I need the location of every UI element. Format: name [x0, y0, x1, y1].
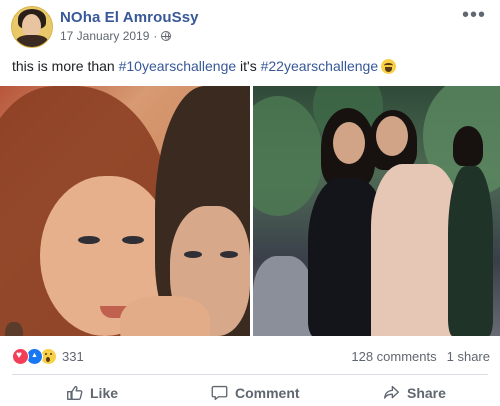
engagement-stats: 128 comments 1 share	[351, 349, 490, 364]
share-label: Share	[407, 384, 446, 401]
author-name[interactable]: NOha El AmrouSsy	[60, 9, 199, 26]
divider	[12, 374, 488, 375]
thumbs-up-icon	[67, 385, 83, 400]
like-button[interactable]: Like	[66, 384, 118, 401]
reactions-summary[interactable]: 331	[12, 348, 84, 365]
photo-right[interactable]	[253, 86, 500, 336]
meta-separator: ·	[153, 29, 158, 43]
comment-icon	[211, 385, 228, 400]
like-label: Like	[90, 384, 119, 401]
comment-label: Comment	[235, 384, 300, 401]
love-icon	[12, 348, 29, 365]
post-meta: 17 January 2019 ·	[60, 29, 172, 43]
comment-button[interactable]: Comment	[211, 384, 300, 401]
photo-left[interactable]	[0, 86, 250, 336]
author-avatar[interactable]	[11, 6, 53, 48]
shares-count[interactable]: 1 share	[447, 349, 490, 364]
hashtag-10yearschallenge[interactable]: #10yearschallenge	[119, 58, 237, 74]
share-button[interactable]: Share	[383, 384, 446, 401]
comments-count[interactable]: 128 comments	[351, 349, 436, 364]
post-text-start: this is more than	[12, 58, 119, 74]
hashtag-22yearschallenge[interactable]: #22yearschallenge	[261, 58, 379, 74]
share-arrow-icon	[384, 385, 399, 399]
more-options-icon[interactable]: •••	[462, 5, 486, 25]
globe-icon	[161, 31, 172, 41]
reaction-count[interactable]: 331	[62, 349, 84, 364]
facebook-post: NOha El AmrouSsy 17 January 2019 · ••• t…	[0, 0, 500, 404]
post-text: this is more than #10yearschallenge it's…	[12, 58, 397, 74]
post-actions: Like Comment Share	[0, 384, 500, 406]
post-text-middle: it's	[236, 58, 261, 74]
laughing-emoji-icon	[381, 59, 397, 74]
post-date[interactable]: 17 January 2019	[60, 29, 149, 43]
